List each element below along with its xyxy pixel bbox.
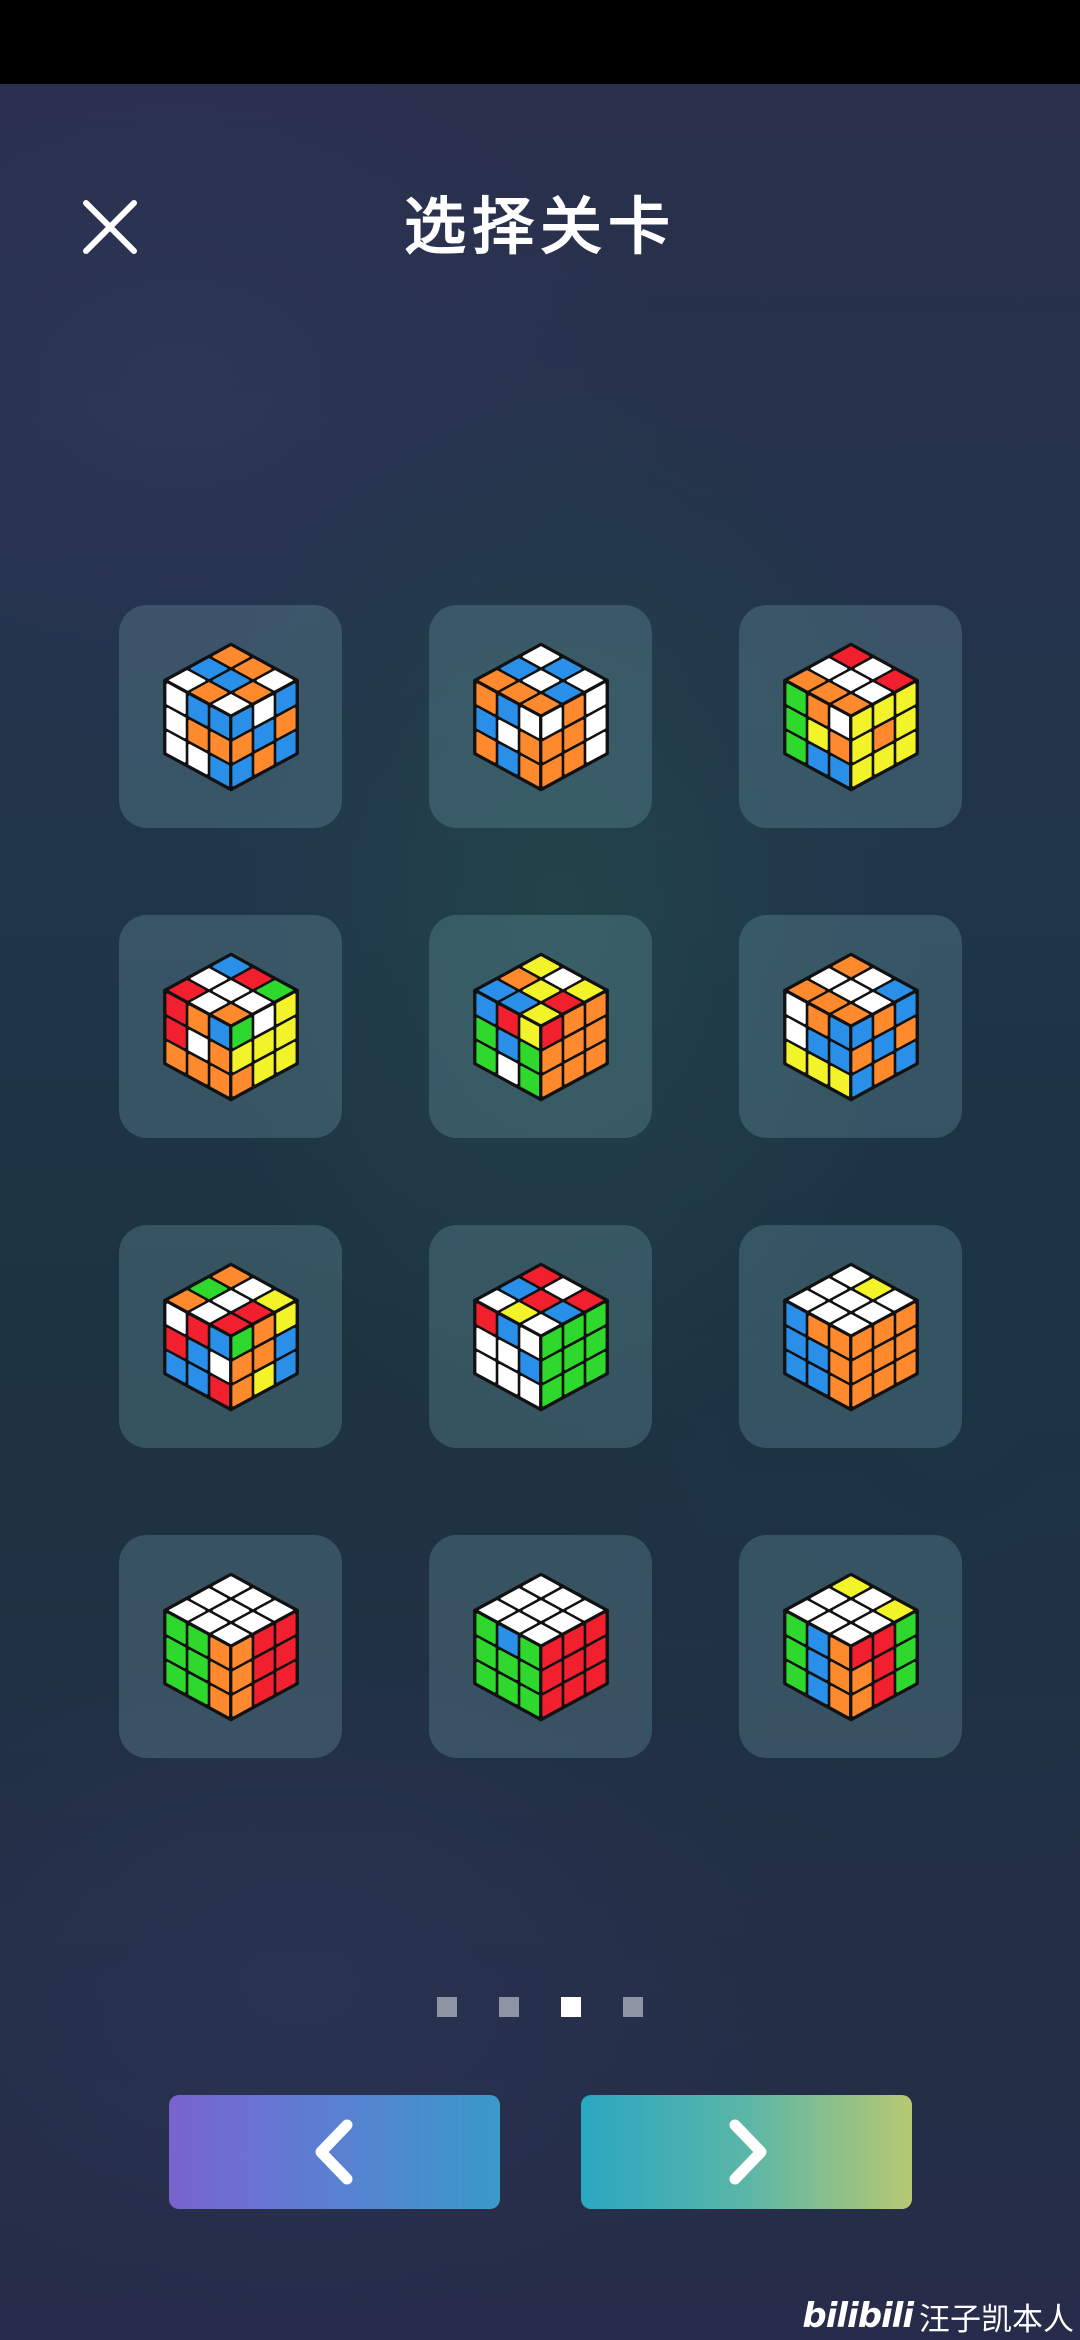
cube-icon [162, 952, 299, 1101]
watermark: bilibili 汪子凯本人 [802, 2294, 1074, 2338]
page-dot-3[interactable] [561, 1997, 581, 2017]
status-bar [0, 0, 1080, 84]
page-indicator [0, 1997, 1080, 2017]
cube-icon [782, 1572, 919, 1721]
next-page-button[interactable] [581, 2095, 912, 2209]
level-tile-1[interactable] [119, 605, 342, 828]
level-tile-4[interactable] [119, 915, 342, 1138]
cube-icon [472, 1572, 609, 1721]
bilibili-logo: bilibili [802, 2296, 914, 2336]
chevron-left-icon [315, 2119, 352, 2185]
level-tile-5[interactable] [429, 915, 652, 1138]
cube-icon [162, 1572, 299, 1721]
previous-page-button[interactable] [169, 2095, 500, 2209]
cube-icon [162, 1262, 299, 1411]
cube-icon [472, 952, 609, 1101]
level-tile-7[interactable] [119, 1225, 342, 1448]
watermark-author: 汪子凯本人 [919, 2301, 1074, 2338]
level-grid [119, 605, 962, 1758]
chevron-right-icon [729, 2119, 766, 2185]
page-title: 选择关卡 [403, 190, 676, 263]
cube-icon [472, 642, 609, 791]
cube-icon [472, 1262, 609, 1411]
level-select-screen: 选择关卡 bilibili 汪子凯本人 [0, 84, 1080, 2340]
level-tile-2[interactable] [429, 605, 652, 828]
cube-icon [782, 642, 919, 791]
level-tile-12[interactable] [739, 1535, 962, 1758]
level-tile-11[interactable] [429, 1535, 652, 1758]
level-tile-6[interactable] [739, 915, 962, 1138]
level-tile-10[interactable] [119, 1535, 342, 1758]
page-dot-2[interactable] [499, 1997, 519, 2017]
page-dot-1[interactable] [437, 1997, 457, 2017]
cube-icon [782, 952, 919, 1101]
cube-icon [162, 642, 299, 791]
level-tile-9[interactable] [739, 1225, 962, 1448]
level-tile-3[interactable] [739, 605, 962, 828]
cube-icon [782, 1262, 919, 1411]
level-tile-8[interactable] [429, 1225, 652, 1448]
page-dot-4[interactable] [623, 1997, 643, 2017]
